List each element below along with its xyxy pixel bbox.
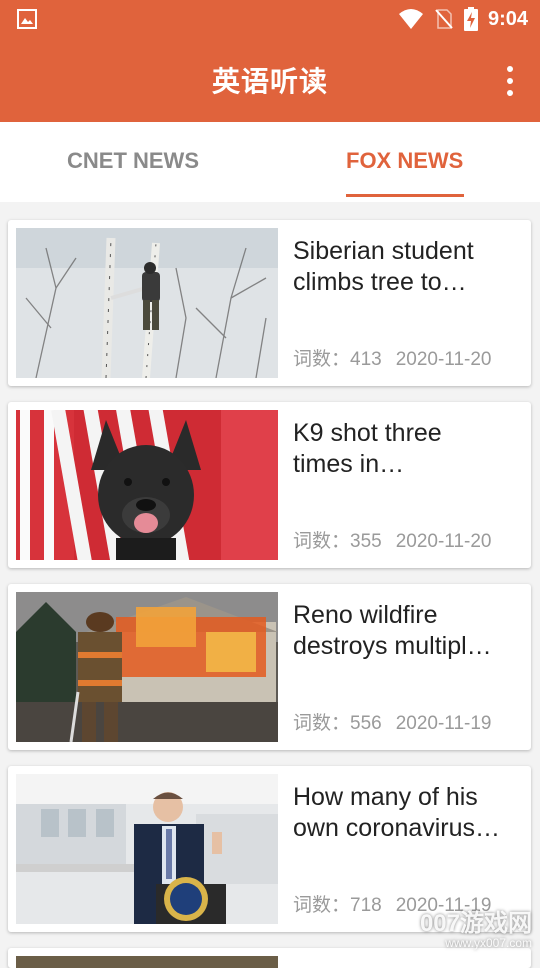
word-count: 词数：413 xyxy=(293,349,382,370)
article-meta: 词数：413 2020-11-20 xyxy=(293,344,491,371)
app-title: 英语听读 xyxy=(211,65,328,98)
article-card[interactable]: Reno wildfire destroys multipl… 词数：556 20… xyxy=(8,584,531,750)
article-title: K9 shot three times in… xyxy=(293,419,442,478)
article-date: 2020-11-20 xyxy=(395,349,492,370)
article-thumbnail xyxy=(16,592,278,742)
article-meta: 词数：355 2020-11-20 xyxy=(293,526,491,553)
article-date: 2020-11-20 xyxy=(395,531,492,552)
article-title: Reno wildfire destroys multipl… xyxy=(293,601,492,660)
article-thumbnail xyxy=(16,410,278,560)
clock: 9:04 xyxy=(487,7,528,30)
watermark-url: www.yx007.com xyxy=(445,936,532,950)
overflow-menu-icon[interactable] xyxy=(502,66,518,96)
article-card-partial[interactable] xyxy=(8,948,531,968)
app-bar: 英语听读 xyxy=(0,38,540,122)
article-card[interactable]: K9 shot three times in… 词数：355 2020-11-20 xyxy=(8,402,531,568)
article-thumbnail xyxy=(16,956,278,968)
article-card[interactable]: Siberian student climbs tree to… 词数：413 2… xyxy=(8,220,531,386)
tab-fox-news[interactable]: FOX NEWS xyxy=(346,148,463,174)
status-bar: 9:04 xyxy=(0,0,540,38)
tab-cnet-news[interactable]: CNET NEWS xyxy=(67,148,199,174)
tab-indicator xyxy=(346,194,464,197)
word-count: 词数：718 xyxy=(293,895,382,916)
article-thumbnail xyxy=(16,774,278,924)
watermark: 007游戏网 www.yx007.com xyxy=(420,903,532,950)
article-meta: 词数：556 2020-11-19 xyxy=(293,708,491,735)
tab-bar: CNET NEWS FOX NEWS xyxy=(0,122,540,202)
wifi-icon xyxy=(398,9,423,29)
article-title: How many of his own coronavirus… xyxy=(293,783,501,842)
article-thumbnail xyxy=(16,228,278,378)
article-title: Siberian student climbs tree to… xyxy=(293,237,474,296)
word-count: 词数：355 xyxy=(293,531,382,552)
article-date: 2020-11-19 xyxy=(395,713,492,734)
no-sim-icon xyxy=(435,9,453,29)
battery-charging-icon xyxy=(463,7,478,31)
image-notification-icon xyxy=(17,9,37,29)
watermark-logo: 007游戏网 xyxy=(419,910,532,937)
word-count: 词数：556 xyxy=(293,713,382,734)
